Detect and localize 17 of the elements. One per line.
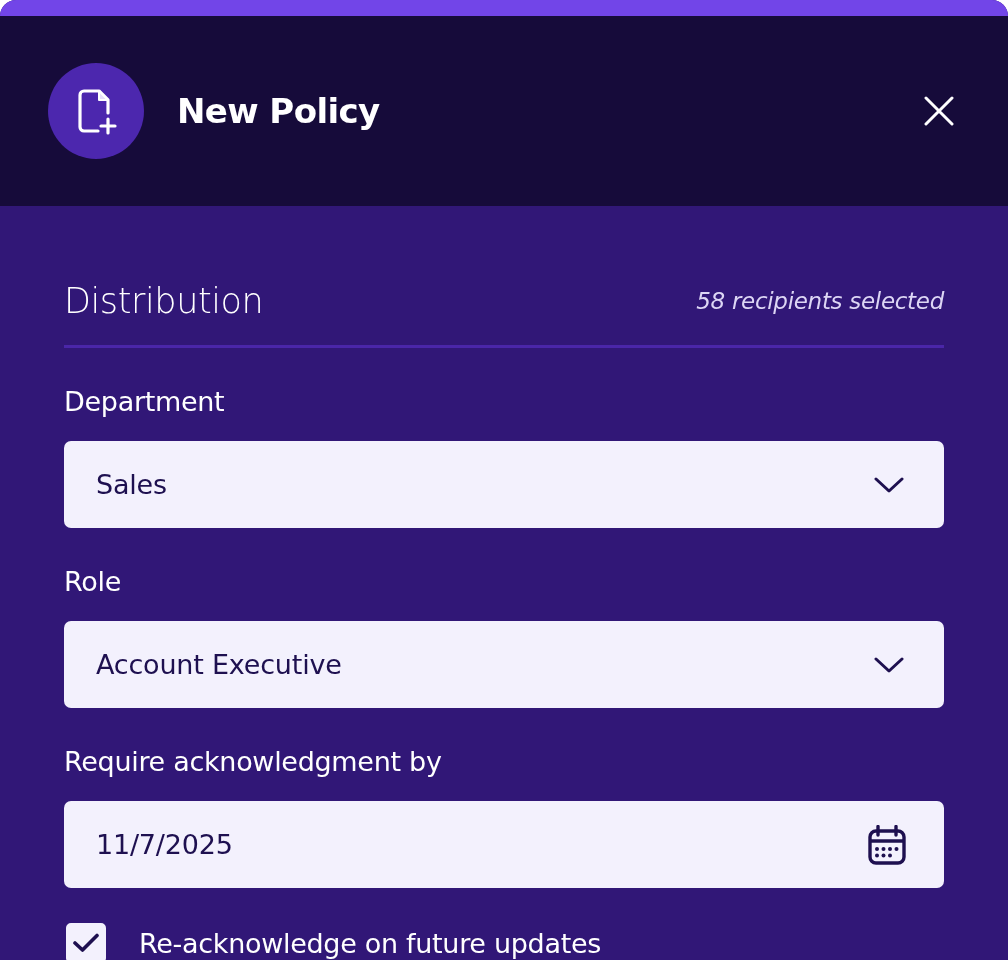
- chevron-down-icon: [874, 476, 904, 493]
- field-label: Role: [64, 565, 122, 599]
- date-field[interactable]: 11/7/2025: [64, 801, 944, 888]
- checkbox-label[interactable]: Re-acknowledge on future updates: [139, 927, 602, 959]
- dropdown-field[interactable]: Sales: [64, 441, 944, 528]
- document-add-icon: [48, 63, 144, 159]
- section-title: Distribution: [64, 281, 264, 321]
- calendar-icon: [868, 824, 906, 865]
- field-label: Department: [64, 385, 226, 419]
- chevron-down-icon: [874, 656, 904, 673]
- dialog-title: New Policy: [177, 91, 381, 131]
- checkmark-icon: [73, 933, 99, 953]
- checkbox[interactable]: [66, 923, 106, 960]
- dropdown-field[interactable]: Account Executive: [64, 621, 944, 708]
- recipients-count: 58 recipients selected: [696, 288, 944, 314]
- field-label: Require acknowledgment by: [64, 745, 443, 779]
- close-icon: [924, 96, 954, 126]
